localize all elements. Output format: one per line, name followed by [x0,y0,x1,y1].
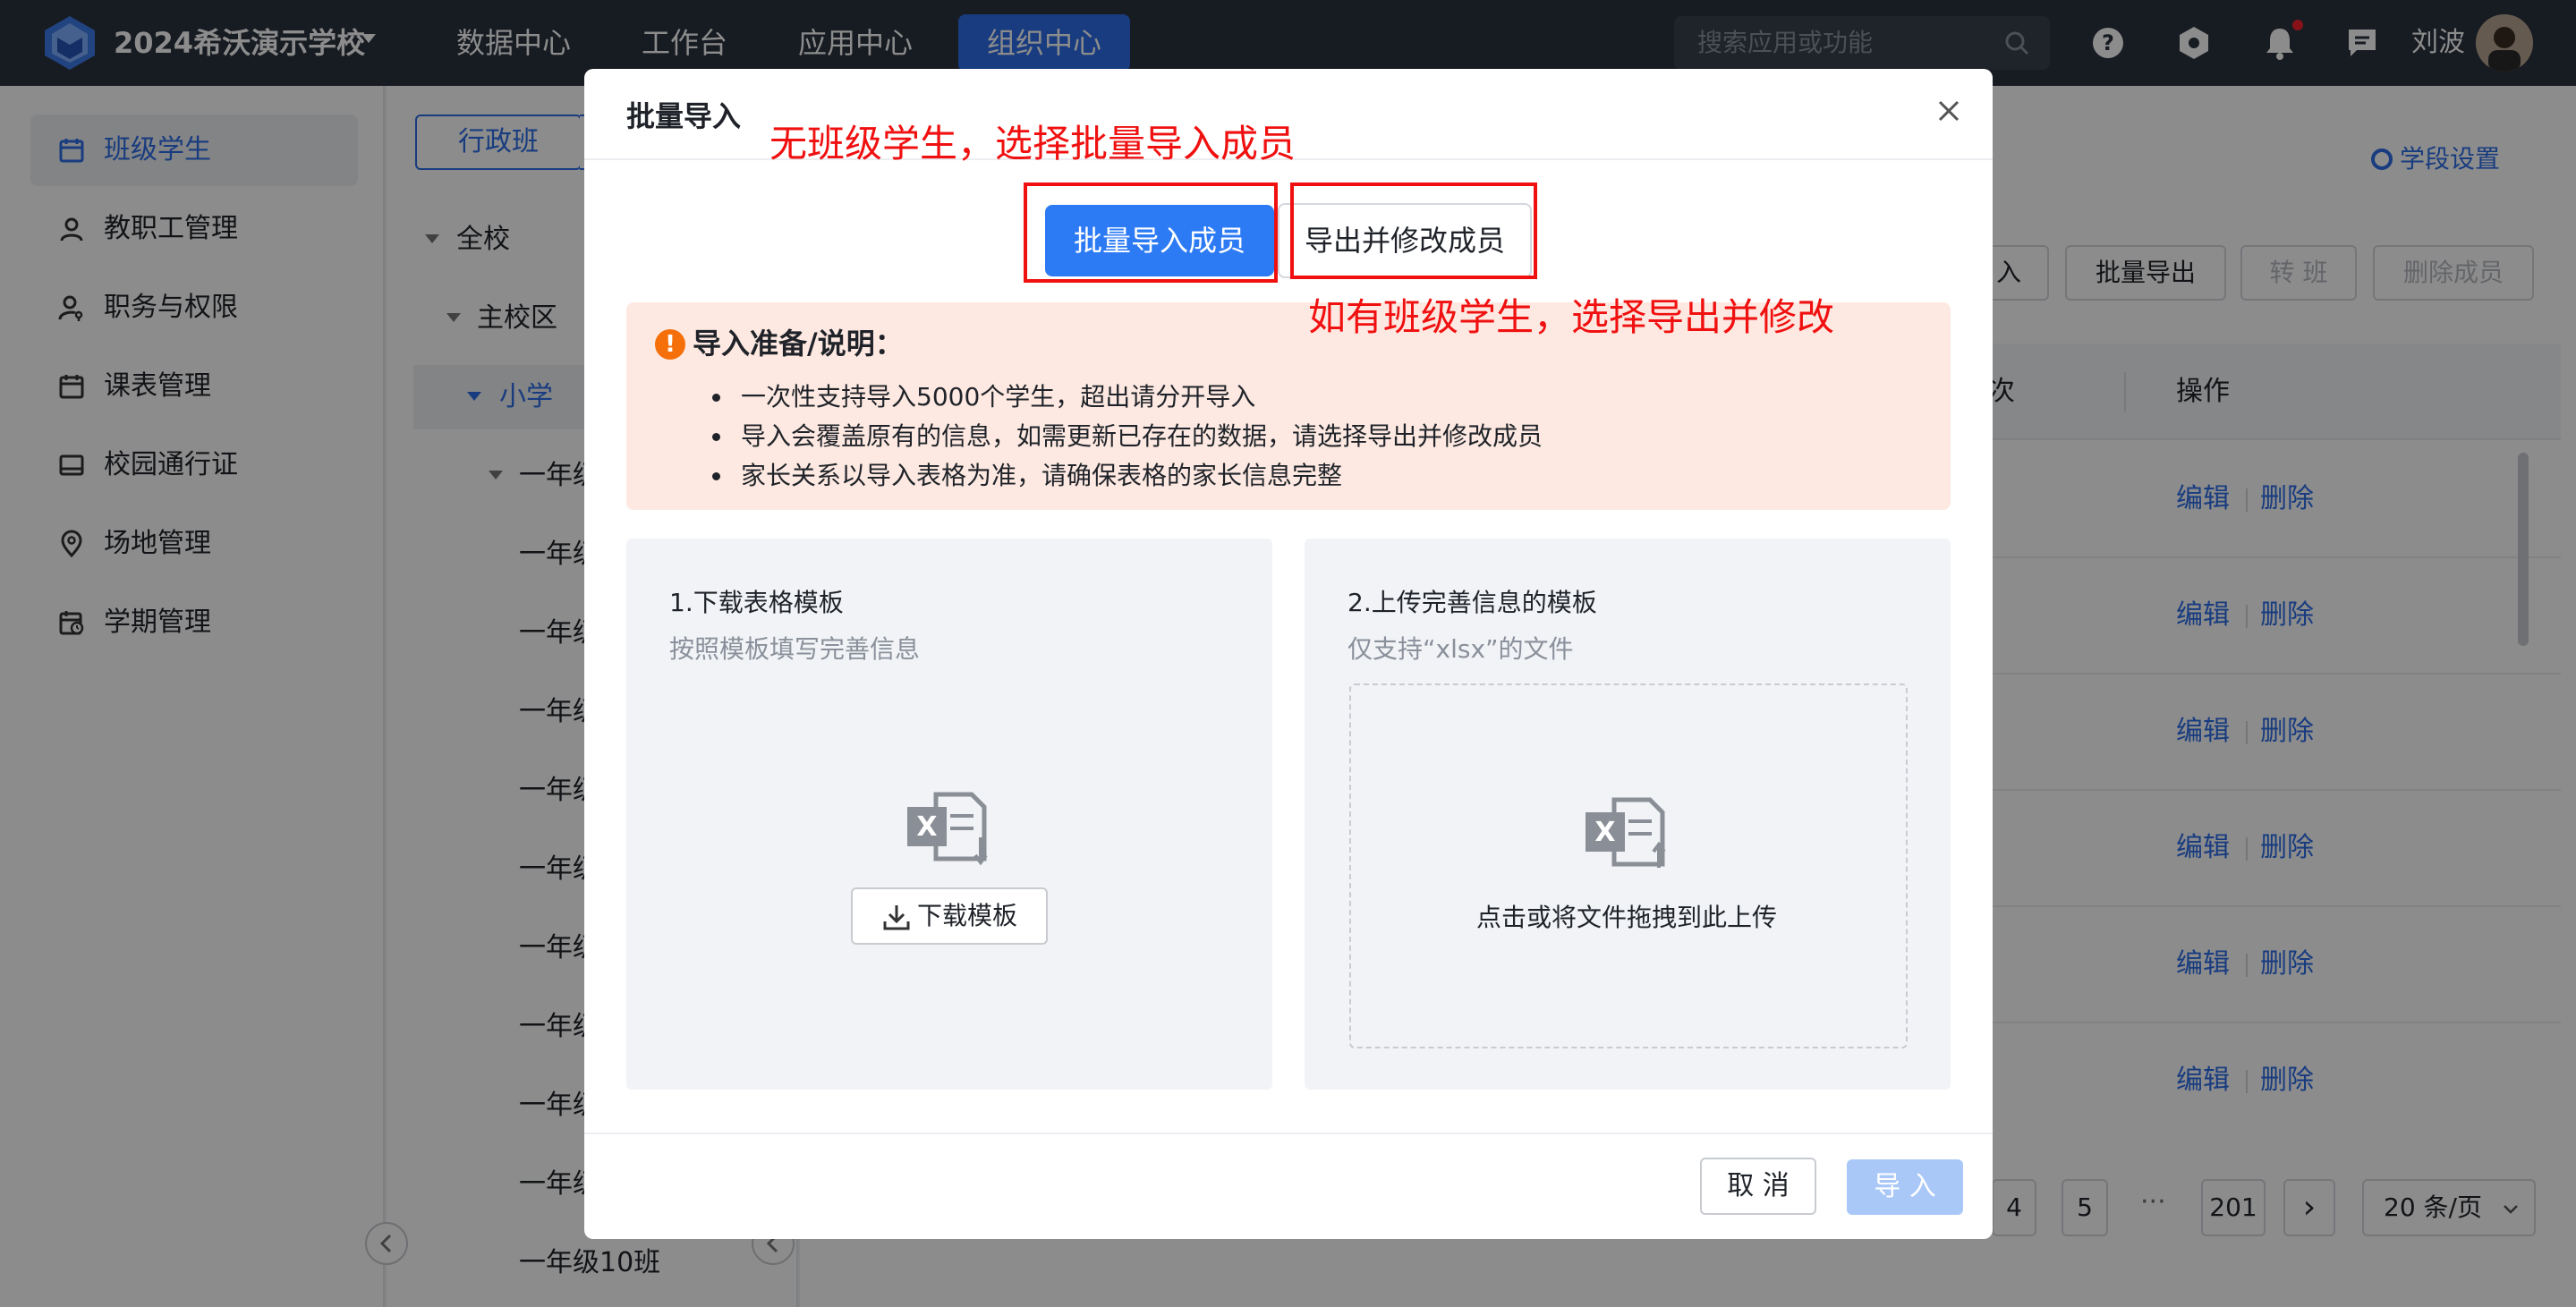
download-icon [883,905,910,930]
step2-title: 2.上传完善信息的模板 [1348,588,1597,617]
step1-subtitle: 按照模板填写完善信息 [669,634,921,664]
drop-zone-text: 点击或将文件拖拽到此上传 [1476,903,1778,932]
bullet-dot [712,472,720,480]
close-icon[interactable] [1933,95,1965,127]
svg-text:X: X [1594,817,1615,848]
notice-item: 导入会覆盖原有的信息，如需更新已存在的数据，请选择导出并修改成员 [741,421,1543,451]
import-button[interactable]: 导 入 [1847,1159,1963,1215]
dialog-title: 批量导入 [626,99,742,133]
warning-icon: ! [655,329,685,360]
bullet-dot [712,394,720,402]
excel-upload-icon: X [1586,797,1666,868]
annotation-no-class-students: 无班级学生，选择批量导入成员 [769,122,1297,165]
dialog-footer-divider [584,1133,1993,1134]
notice-title: 导入准备/说明： [693,327,904,361]
step1-title: 1.下载表格模板 [669,588,844,617]
svg-text:X: X [916,811,937,843]
annotation-box-export [1290,182,1537,279]
excel-download-icon: X [907,792,988,866]
notice-item: 家长关系以导入表格为准，请确保表格的家长信息完整 [741,461,1343,490]
download-template-label: 下载模板 [917,901,1018,930]
download-template-button[interactable]: 下载模板 [851,887,1048,945]
step2-subtitle: 仅支持“xlsx”的文件 [1348,634,1574,664]
cancel-button[interactable]: 取 消 [1700,1158,1816,1215]
annotation-box-import [1024,182,1278,283]
annotation-has-class-students: 如有班级学生，选择导出并修改 [1308,295,1835,339]
bullet-dot [712,433,720,441]
notice-item: 一次性支持导入5000个学生，超出请分开导入 [741,382,1256,412]
